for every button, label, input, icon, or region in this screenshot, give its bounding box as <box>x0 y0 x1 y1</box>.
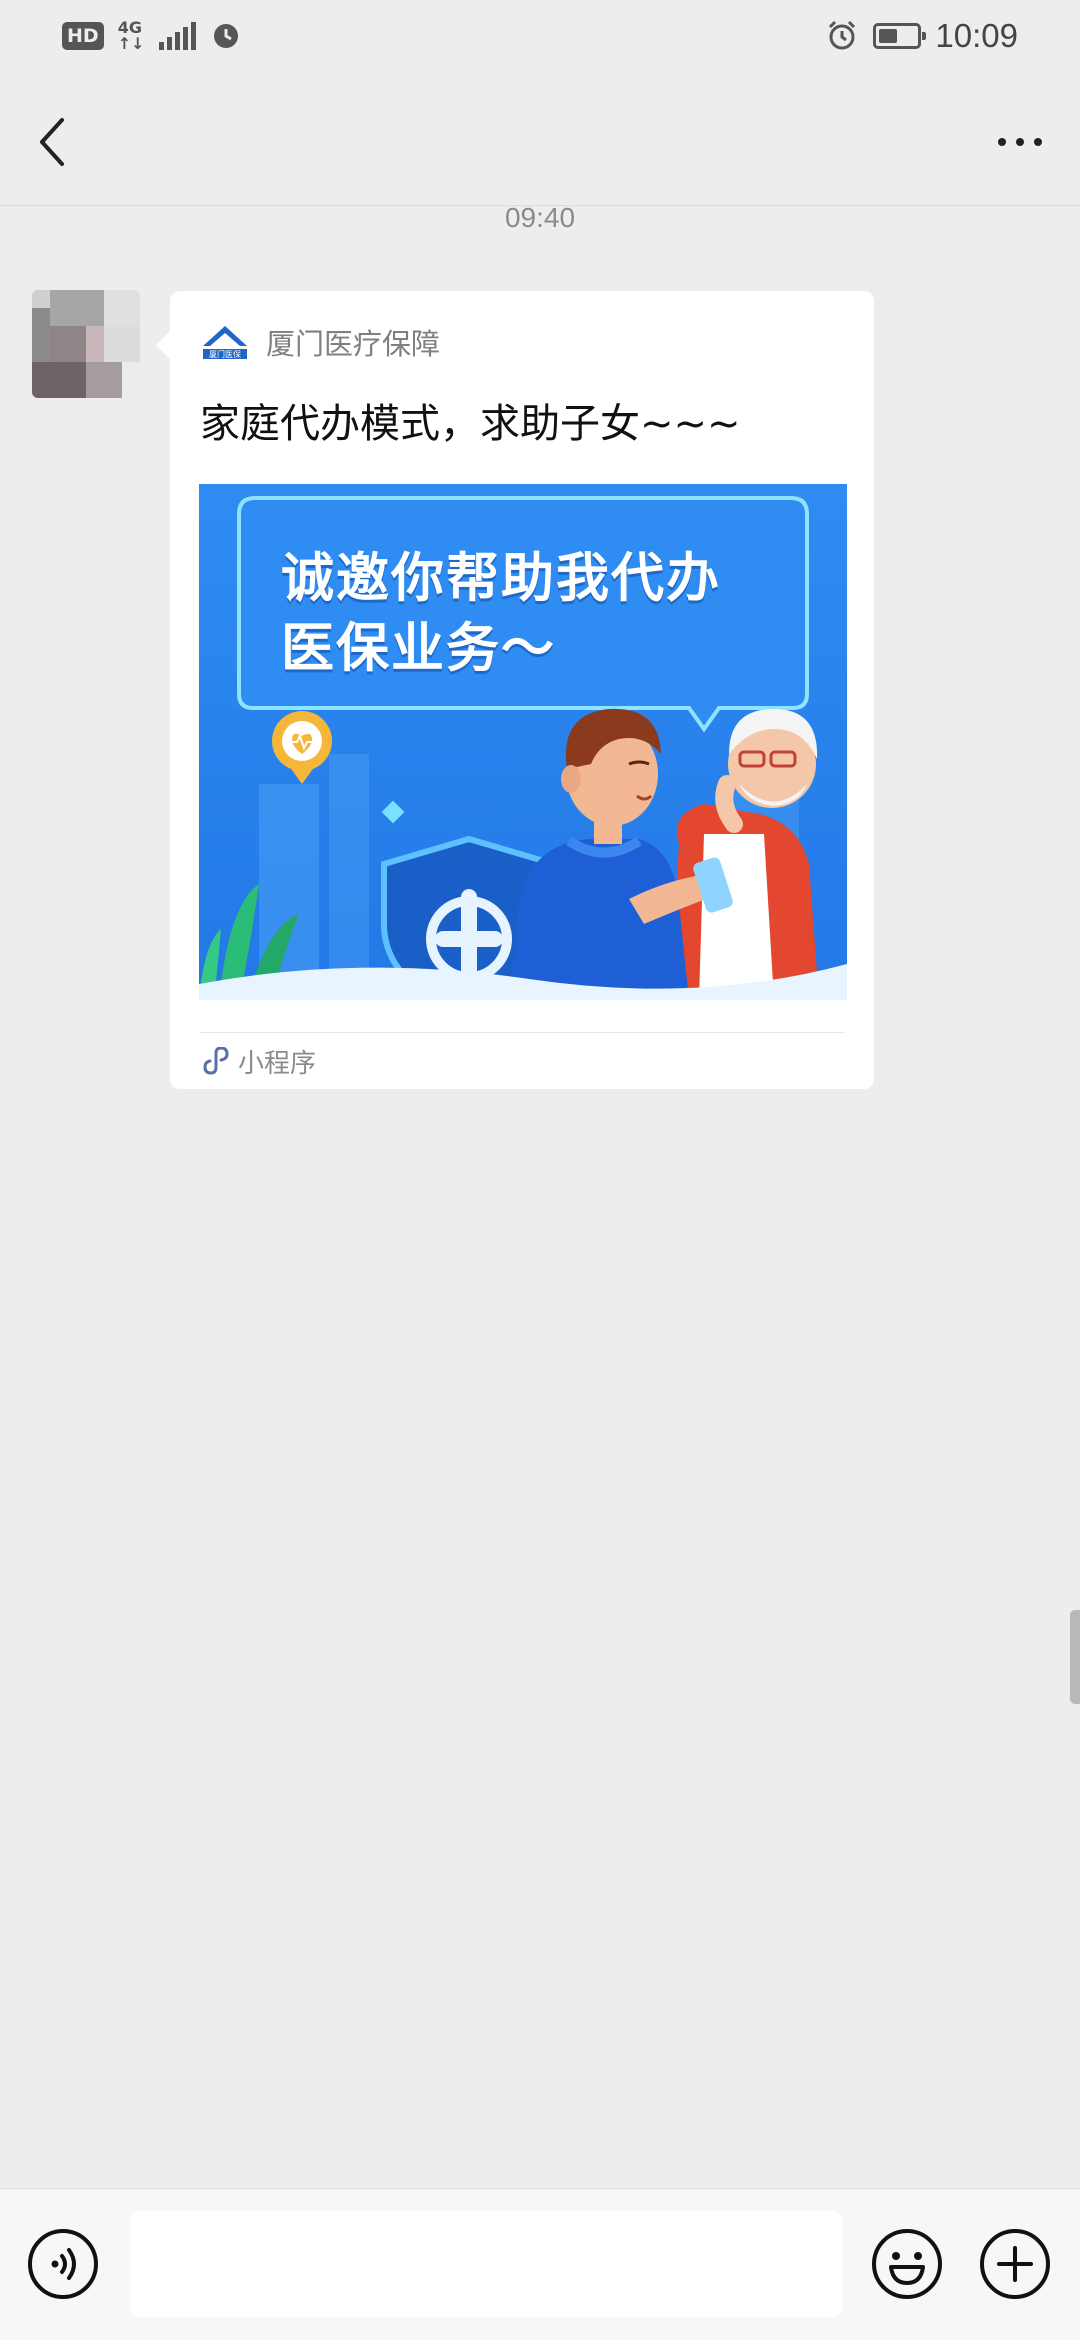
alarm-icon <box>829 20 856 50</box>
status-time: 10:09 <box>935 17 1018 54</box>
xiamen-medical-logo-icon: 厦门医保 <box>203 326 247 359</box>
emoji-button[interactable] <box>870 2227 944 2301</box>
emoji-icon <box>872 2229 942 2299</box>
status-left: HD 4G ↑↓ <box>62 20 242 52</box>
battery-fill <box>879 29 898 43</box>
hd-badge: HD <box>62 22 104 50</box>
voice-icon <box>28 2229 98 2299</box>
avatar[interactable] <box>32 290 140 398</box>
logo-text: 厦门医保 <box>209 349 241 359</box>
scrollbar-thumb[interactable] <box>1070 1610 1080 1704</box>
more-dot <box>998 138 1006 146</box>
cover-text-line2: 医保业务～ <box>281 618 556 679</box>
mini-program-icon <box>203 1046 229 1074</box>
voice-button[interactable] <box>26 2227 100 2301</box>
status-bar: HD 4G ↑↓ 10:09 <box>0 0 1080 72</box>
signal-icon <box>158 22 196 50</box>
more-button[interactable] <box>988 122 1052 162</box>
network-type: 4G ↑↓ <box>118 20 145 52</box>
status-right: 10:09 <box>825 17 1018 55</box>
message-input[interactable] <box>130 2211 842 2317</box>
plus-circle-icon <box>980 2229 1050 2299</box>
card-cover-image: 诚邀你帮助我代办 医保业务～ <box>199 484 847 1000</box>
chat-timestamp: 09:40 <box>504 202 576 233</box>
chat-screen: HD 4G ↑↓ 10:09 09:40 厦门医保 厦门医疗保障 家庭代办模式，… <box>0 0 1080 2340</box>
more-functions-button[interactable] <box>978 2227 1052 2301</box>
cover-text-line1: 诚邀你帮助我代办 <box>281 548 721 609</box>
nav-bar <box>0 72 1080 206</box>
card-divider <box>199 1032 845 1033</box>
network-sub-label: ↑↓ <box>117 34 145 53</box>
chevron-left-icon <box>40 118 64 166</box>
card-footer: 小程序 <box>202 1043 316 1080</box>
back-button[interactable] <box>28 112 78 172</box>
cover-speech-text: 诚邀你帮助我代办 医保业务～ <box>281 544 721 684</box>
more-dot <box>1034 138 1042 146</box>
card-source: 厦门医保 厦门医疗保障 <box>200 321 440 363</box>
mini-program-card[interactable]: 厦门医保 厦门医疗保障 家庭代办模式，求助子女~~~ 诚邀你帮助我代办 医保业务… <box>156 291 874 1089</box>
battery-icon <box>873 23 927 49</box>
mini-program-label: 小程序 <box>238 1049 317 1079</box>
card-source-name: 厦门医疗保障 <box>266 327 441 361</box>
more-dot <box>1016 138 1024 146</box>
alarm-settings-icon <box>213 24 238 48</box>
card-title: 家庭代办模式，求助子女~~~ <box>200 401 741 447</box>
input-bar <box>0 2188 1080 2340</box>
